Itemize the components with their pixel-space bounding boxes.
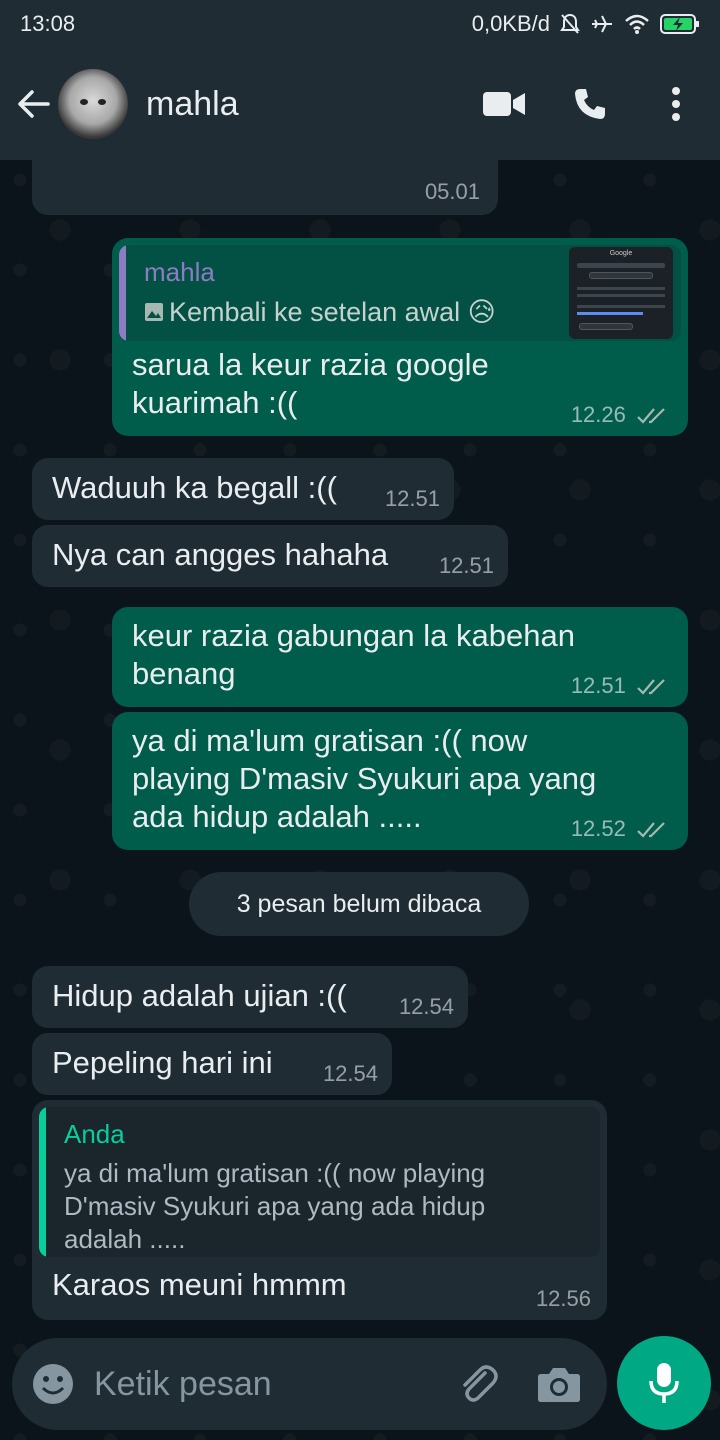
message-line: ada hidup adalah ..... bbox=[132, 799, 422, 834]
message-meta: 12.51 bbox=[571, 673, 670, 699]
camera-icon bbox=[538, 1368, 580, 1402]
chat-area[interactable]: 05.01 mahla Kembali ke setelan awal 😥 Go… bbox=[0, 160, 720, 1440]
message-text: Karaos meuni hmmm bbox=[52, 1267, 347, 1302]
microphone-icon bbox=[649, 1363, 679, 1403]
status-time: 13:08 bbox=[20, 11, 76, 36]
status-icons: 0,0KB/d bbox=[472, 11, 700, 37]
airplane-icon bbox=[592, 15, 612, 33]
read-ticks-icon bbox=[637, 408, 665, 424]
quote-author: Anda bbox=[64, 1119, 125, 1149]
contact-avatar[interactable] bbox=[58, 69, 128, 139]
video-call-icon bbox=[483, 92, 525, 116]
quote-bar bbox=[119, 245, 126, 341]
message-meta: 12.26 bbox=[571, 402, 670, 428]
attach-button[interactable] bbox=[455, 1361, 501, 1407]
thumbnail-title: Google bbox=[609, 250, 633, 257]
more-options-button[interactable] bbox=[646, 74, 706, 134]
status-bar: 13:08 0,0KB/d bbox=[0, 0, 720, 48]
quote-line: D'masiv Syukuri apa yang ada hidup bbox=[64, 1191, 486, 1221]
message-line: ya di ma'lum gratisan :(( now bbox=[132, 723, 528, 758]
quote-text: Kembali ke setelan awal 😥 bbox=[169, 297, 496, 327]
net-speed: 0,0KB/d bbox=[471, 11, 550, 36]
message-text: sarua la keur razia google kuarimah :(( bbox=[132, 346, 489, 422]
message-bubble-incoming[interactable]: Waduuh ka begall :(( 12.51 bbox=[32, 458, 454, 520]
message-line: keur razia gabungan la kabehan bbox=[132, 618, 575, 653]
message-bubble-incoming[interactable]: Pepeling hari ini 12.54 bbox=[32, 1033, 392, 1095]
back-button[interactable] bbox=[14, 84, 54, 124]
camera-button[interactable] bbox=[537, 1364, 581, 1404]
chat-header: mahla bbox=[0, 48, 720, 160]
quote-author: mahla bbox=[144, 257, 215, 287]
phone-icon bbox=[575, 89, 605, 119]
message-meta: 12.52 bbox=[571, 816, 670, 842]
message-time: 12.51 bbox=[570, 673, 626, 698]
message-input[interactable]: Ketik pesan bbox=[94, 1365, 455, 1404]
back-arrow-icon bbox=[18, 90, 50, 118]
message-time: 12.56 bbox=[535, 1286, 591, 1311]
voice-record-button[interactable] bbox=[617, 1336, 711, 1430]
contact-name[interactable]: mahla bbox=[146, 85, 474, 124]
emoji-icon bbox=[33, 1364, 73, 1404]
quote-bar bbox=[39, 1107, 46, 1257]
message-time: 12.54 bbox=[322, 1061, 378, 1086]
paperclip-icon bbox=[463, 1365, 498, 1402]
message-text: keur razia gabungan la kabehan benang bbox=[132, 617, 575, 693]
video-call-button[interactable] bbox=[474, 74, 534, 134]
message-bubble-outgoing[interactable]: keur razia gabungan la kabehan benang 12… bbox=[112, 607, 688, 707]
message-line: playing D'masiv Syukuri apa yang bbox=[132, 761, 597, 796]
voice-call-button[interactable] bbox=[560, 74, 620, 134]
reply-quote[interactable]: mahla Kembali ke setelan awal 😥 Google bbox=[119, 245, 681, 341]
message-text: Nya can angges hahaha bbox=[52, 537, 389, 572]
emoji-button[interactable] bbox=[32, 1363, 74, 1405]
battery-charging-icon bbox=[660, 14, 699, 34]
more-vert-icon bbox=[672, 87, 680, 121]
message-text: ya di ma'lum gratisan :(( now playing D'… bbox=[132, 722, 596, 836]
message-bubble-incoming[interactable]: Hidup adalah ujian :(( 12.54 bbox=[32, 966, 468, 1028]
read-ticks-icon bbox=[637, 679, 665, 695]
message-text: Hidup adalah ujian :(( bbox=[52, 978, 347, 1013]
message-time: 12.54 bbox=[398, 994, 454, 1019]
message-time: 05.01 bbox=[424, 179, 480, 204]
message-time: 12.51 bbox=[438, 553, 494, 578]
quote-line: ya di ma'lum gratisan :(( now playing bbox=[64, 1158, 486, 1188]
wifi-icon bbox=[625, 14, 649, 34]
quote-line: adalah ..... bbox=[64, 1224, 186, 1254]
read-ticks-icon bbox=[637, 822, 665, 838]
message-time: 12.26 bbox=[570, 402, 626, 427]
message-text: Pepeling hari ini bbox=[52, 1045, 273, 1080]
message-composer: Ketik pesan bbox=[12, 1338, 607, 1430]
message-bubble-outgoing[interactable]: mahla Kembali ke setelan awal 😥 Google s… bbox=[112, 238, 688, 436]
message-bubble-outgoing[interactable]: ya di ma'lum gratisan :(( now playing D'… bbox=[112, 712, 688, 850]
message-text: Waduuh ka begall :(( bbox=[52, 470, 337, 505]
message-time: 12.52 bbox=[570, 816, 626, 841]
image-icon bbox=[145, 303, 163, 321]
message-line: sarua la keur razia google bbox=[132, 347, 489, 382]
message-line: kuarimah :(( bbox=[132, 385, 298, 420]
message-bubble-incoming[interactable]: Anda ya di ma'lum gratisan :(( now playi… bbox=[32, 1100, 607, 1320]
unread-divider: 3 pesan belum dibaca bbox=[189, 872, 529, 936]
message-time: 12.51 bbox=[384, 486, 440, 511]
quote-text: ya di ma'lum gratisan :(( now playing D'… bbox=[64, 1157, 485, 1256]
silent-bell-icon bbox=[560, 13, 580, 34]
message-bubble-incoming[interactable]: Nya can angges hahaha 12.51 bbox=[32, 525, 508, 587]
message-line: benang bbox=[132, 656, 236, 691]
message-bubble-incoming[interactable]: 05.01 bbox=[32, 160, 498, 215]
quote-thumbnail: Google bbox=[569, 247, 673, 339]
reply-quote[interactable]: Anda ya di ma'lum gratisan :(( now playi… bbox=[39, 1107, 600, 1257]
